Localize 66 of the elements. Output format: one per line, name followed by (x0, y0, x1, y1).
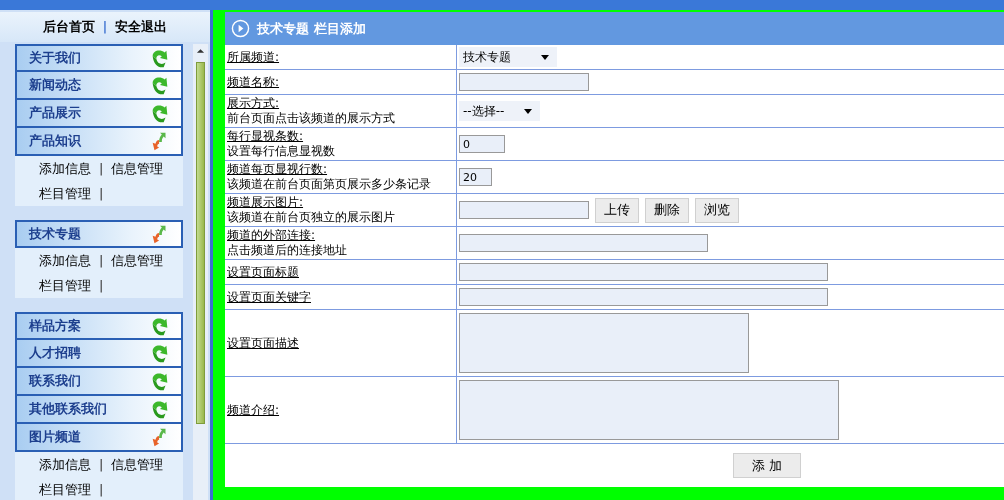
caret-icon (541, 54, 549, 60)
menu-item[interactable]: 联系我们 (15, 368, 183, 396)
field-label: 设置页面描述 (227, 335, 300, 351)
separator: | (99, 278, 104, 293)
play-circle-icon (231, 19, 250, 38)
field-label: 频道的外部连接: (227, 228, 317, 243)
menu-item[interactable]: 产品展示 (15, 100, 183, 128)
menu-item[interactable]: 产品知识 (15, 128, 183, 156)
field-hint: 该频道在前台页独立的展示图片 (227, 210, 396, 225)
dropdown[interactable]: 技术专题 (459, 47, 557, 67)
upload-button[interactable]: 浏览 (695, 197, 739, 223)
input-field[interactable]: 0 (459, 135, 505, 153)
separator: | (99, 253, 104, 268)
submenu-link[interactable]: 信息管理 (111, 159, 164, 178)
submenu-link[interactable]: 信息管理 (111, 455, 164, 474)
menu-item[interactable]: 图片频道 (15, 424, 183, 452)
submenu-link[interactable]: 添加信息 (39, 455, 91, 474)
menu-item[interactable]: 新闻动态 (15, 72, 183, 100)
input-field[interactable] (459, 234, 708, 252)
separator: | (99, 161, 104, 176)
field-label: 设置页面关键字 (227, 289, 312, 305)
input-field[interactable]: 20 (459, 168, 492, 186)
menu-item[interactable]: 关于我们 (15, 44, 183, 72)
input-field[interactable] (459, 73, 589, 91)
field-label: 所属频道: (227, 49, 281, 65)
field-hint: 前台页面点击该频道的展示方式 (227, 111, 396, 126)
input-field[interactable] (459, 288, 828, 306)
submenu-link[interactable]: 栏目管理 (39, 276, 91, 295)
field-label: 展示方式: (227, 96, 281, 111)
upload-button[interactable]: 删除 (645, 197, 689, 223)
field-label: 频道介绍: (227, 402, 281, 418)
submenu-link[interactable]: 添加信息 (39, 159, 91, 178)
top-link[interactable]: 安全退出 (115, 18, 168, 36)
field-hint: 设置每行信息显视数 (227, 144, 336, 159)
menu-item[interactable]: 其他联系我们 (15, 396, 183, 424)
input-field[interactable] (459, 201, 589, 219)
submenu-link[interactable]: 栏目管理 (39, 184, 91, 203)
panel-title: 技术专题 栏目添加 (257, 19, 366, 38)
menu-item[interactable]: 样品方案 (15, 312, 183, 340)
field-label: 频道展示图片: (227, 195, 305, 210)
menu-item[interactable]: 人才招聘 (15, 340, 183, 368)
upload-button[interactable]: 上传 (595, 197, 639, 223)
separator: | (99, 186, 104, 201)
field-hint: 该频道在前台页面第页展示多少条记录 (227, 177, 432, 192)
field-label: 频道每页显视行数: (227, 162, 329, 177)
caret-icon (524, 108, 532, 114)
separator: | (99, 457, 104, 472)
submenu-link[interactable]: 栏目管理 (39, 480, 91, 499)
field-label: 频道名称: (227, 74, 281, 90)
separator: | (102, 20, 108, 34)
text-area[interactable] (459, 380, 839, 440)
field-label: 设置页面标题 (227, 264, 300, 280)
scrollbar-thumb[interactable] (196, 62, 205, 424)
text-area[interactable] (459, 313, 749, 373)
submenu-link[interactable]: 信息管理 (111, 251, 164, 270)
add-button[interactable]: 添 加 (733, 453, 801, 478)
dropdown[interactable]: --选择-- (459, 101, 540, 121)
input-field[interactable] (459, 263, 828, 281)
separator: | (99, 482, 104, 497)
submenu-link[interactable]: 添加信息 (39, 251, 91, 270)
menu-item[interactable]: 技术专题 (15, 220, 183, 248)
scrollbar[interactable] (193, 44, 208, 500)
field-label: 每行显视条数: (227, 129, 305, 144)
field-hint: 点击频道后的连接地址 (227, 243, 348, 258)
top-link[interactable]: 后台首页 (42, 18, 95, 36)
scroll-up-icon[interactable] (196, 48, 205, 54)
